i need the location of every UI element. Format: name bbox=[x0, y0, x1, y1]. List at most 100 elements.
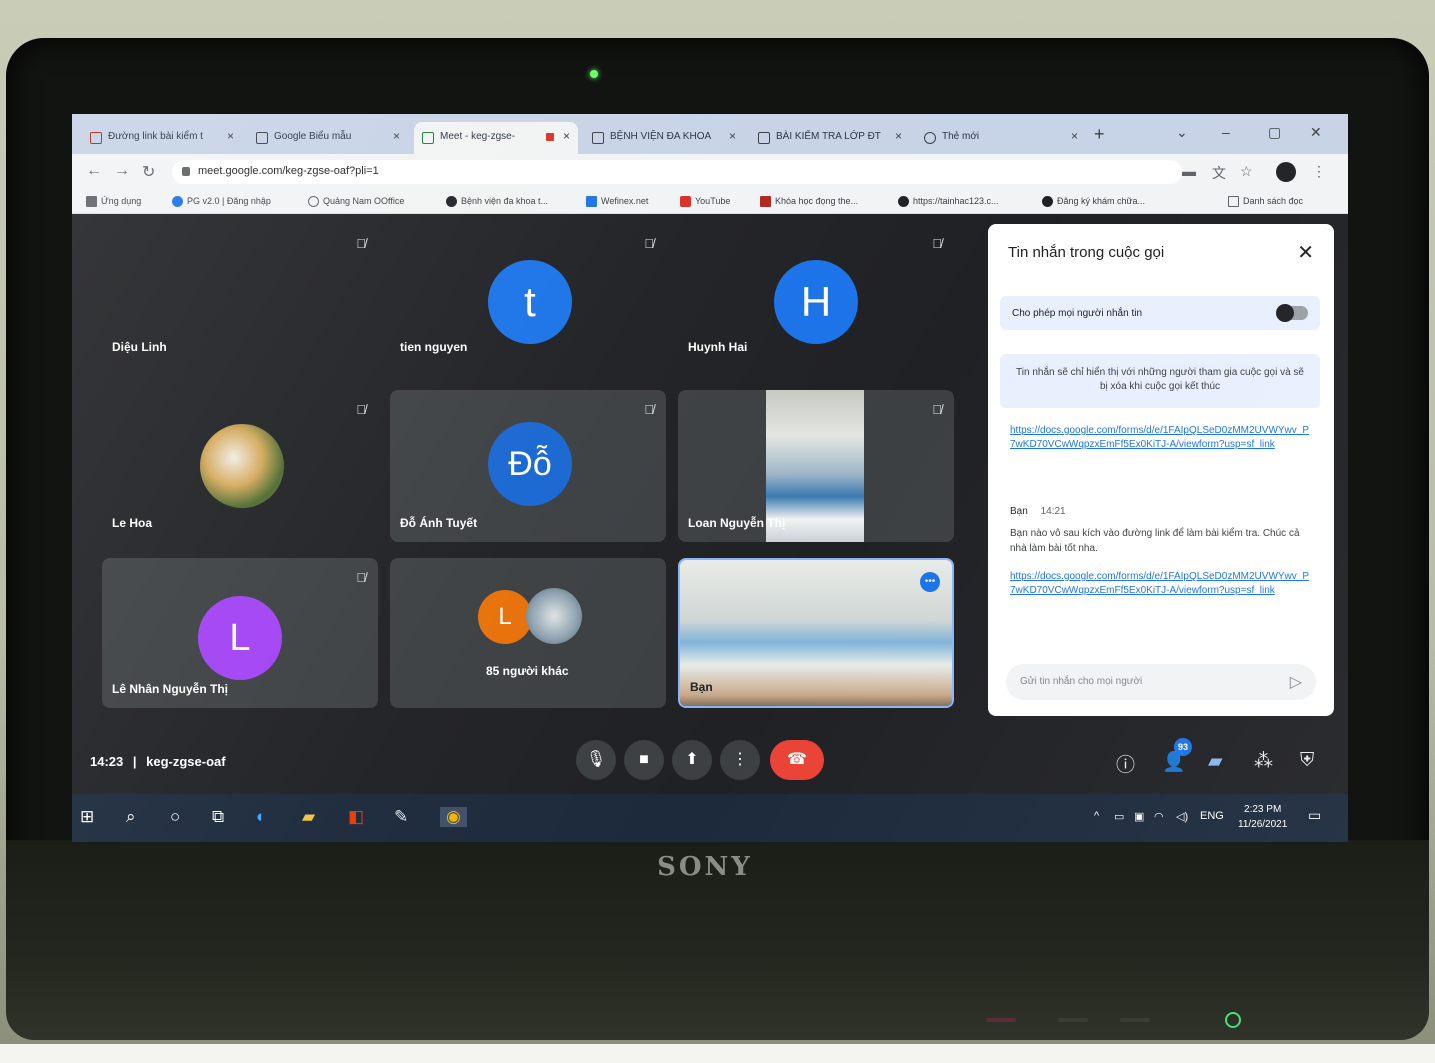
mic-off-icon: 🎙̸ bbox=[932, 236, 942, 251]
maximize-icon[interactable]: ▢ bbox=[1268, 124, 1281, 141]
send-icon[interactable]: ▷ bbox=[1290, 672, 1302, 692]
chat-input[interactable]: Gửi tin nhắn cho mọi người ▷ bbox=[1006, 664, 1316, 700]
search-icon[interactable]: ⌕ bbox=[126, 807, 136, 827]
leave-call-button[interactable]: ☎ bbox=[770, 740, 824, 780]
browser-tab[interactable]: BÀI KIỂM TRA LỚP ĐT × bbox=[750, 122, 910, 154]
browser-tab[interactable]: Thẻ mới × bbox=[916, 122, 1086, 154]
edge-browser-icon[interactable]: ◐ bbox=[256, 807, 266, 827]
volume-icon[interactable]: ◁) bbox=[1176, 810, 1188, 823]
chat-link[interactable]: https://docs.google.com/forms/d/e/1FAIpQ… bbox=[1010, 570, 1310, 598]
system-clock[interactable]: 2:23 PM 11/26/2021 bbox=[1238, 802, 1287, 832]
browser-tab[interactable]: Đường link bài kiểm t × bbox=[82, 122, 242, 154]
close-tab-icon[interactable]: × bbox=[393, 129, 400, 143]
bookmark-reading-list[interactable]: Danh sách đọc bbox=[1228, 196, 1303, 207]
lock-icon bbox=[182, 167, 190, 176]
participant-tile[interactable]: 🎙̸ Diệu Linh bbox=[102, 224, 378, 374]
present-button[interactable]: ⬆ bbox=[672, 740, 712, 780]
file-explorer-icon[interactable]: ▰ bbox=[302, 807, 315, 827]
meeting-details-icon[interactable]: ⓘ bbox=[1116, 750, 1135, 777]
meet-favicon-icon bbox=[422, 132, 434, 144]
ooffice-logo-icon bbox=[308, 196, 319, 207]
bookmark-item[interactable]: YouTube bbox=[680, 196, 730, 207]
star-bookmark-icon[interactable]: ☆ bbox=[1240, 163, 1253, 180]
url-text: meet.google.com/keg-zgse-oaf?pli=1 bbox=[198, 165, 379, 177]
camera-in-use-icon[interactable]: ▬ bbox=[1182, 163, 1196, 179]
task-view-icon[interactable]: ⧉ bbox=[212, 807, 224, 827]
status-led bbox=[986, 1018, 1016, 1022]
bookmark-item[interactable]: Bệnh viện đa khoa t... bbox=[446, 196, 548, 207]
participant-photo-avatar bbox=[526, 588, 582, 644]
chat-icon[interactable]: ▰ bbox=[1208, 750, 1223, 773]
translate-icon[interactable]: 文 bbox=[1212, 163, 1226, 183]
activities-icon[interactable]: ⁂ bbox=[1254, 750, 1273, 773]
bookmark-item[interactable]: Đăng ký khám chữa... bbox=[1042, 196, 1145, 207]
pen-app-icon[interactable]: ✎ bbox=[394, 807, 408, 827]
bookmark-item[interactable]: Quảng Nam OOffice bbox=[308, 196, 404, 207]
chrome-icon[interactable]: ◉ bbox=[440, 807, 467, 827]
video-camera-icon: ■ bbox=[639, 751, 649, 768]
close-tab-icon[interactable]: × bbox=[895, 129, 902, 143]
browser-tab[interactable]: Google Biểu mẫu × bbox=[248, 122, 408, 154]
reload-icon[interactable]: ↻ bbox=[142, 162, 155, 182]
bookmark-item[interactable]: Wefinex.net bbox=[586, 196, 648, 207]
close-tab-icon[interactable]: × bbox=[729, 129, 736, 143]
mic-off-icon: 🎙̸ bbox=[644, 236, 654, 251]
microphone-button[interactable]: 🎙 bbox=[576, 740, 616, 780]
power-indicator-icon bbox=[1225, 1012, 1241, 1028]
laptop-brand-logo: SONY bbox=[657, 852, 753, 882]
bookmark-apps[interactable]: Ứng dụng bbox=[86, 196, 141, 207]
language-indicator[interactable]: ENG bbox=[1200, 810, 1224, 822]
chat-link[interactable]: https://docs.google.com/forms/d/e/1FAIpQ… bbox=[1010, 424, 1310, 452]
close-icon[interactable]: ✕ bbox=[1297, 240, 1314, 265]
course-logo-icon bbox=[760, 196, 771, 207]
app-tray-icon[interactable]: ▣ bbox=[1134, 810, 1144, 823]
mic-off-icon: 🎙̸ bbox=[356, 402, 366, 417]
close-tab-icon[interactable]: × bbox=[1071, 129, 1078, 143]
address-bar[interactable]: meet.google.com/keg-zgse-oaf?pli=1 bbox=[172, 160, 1182, 184]
camera-button[interactable]: ■ bbox=[624, 740, 664, 780]
tab-search-chevron-icon[interactable]: ⌄ bbox=[1176, 124, 1188, 141]
self-view-tile[interactable]: ••• Bạn bbox=[678, 558, 954, 708]
apps-grid-icon bbox=[86, 196, 97, 207]
cortana-icon[interactable]: ○ bbox=[170, 807, 180, 827]
back-arrow-icon[interactable]: ← bbox=[86, 162, 102, 180]
notifications-icon[interactable]: ▭ bbox=[1308, 807, 1321, 824]
participant-tile[interactable]: 🎙̸ Le Hoa bbox=[102, 390, 378, 542]
others-tile[interactable]: L 85 người khác bbox=[390, 558, 666, 708]
participant-tile[interactable]: 🎙̸ t tien nguyen bbox=[390, 224, 666, 374]
close-tab-icon[interactable]: × bbox=[227, 129, 234, 143]
participant-photo-avatar bbox=[200, 424, 284, 508]
participant-tile[interactable]: 🎙̸ H Huynh Hai bbox=[678, 224, 954, 374]
more-options-icon[interactable]: ••• bbox=[920, 572, 940, 592]
participant-tile[interactable]: 🎙̸ L Lê Nhân Nguyễn Thị bbox=[102, 558, 378, 708]
host-controls-shield-icon[interactable]: ⛨ bbox=[1300, 750, 1314, 772]
status-led bbox=[1120, 1018, 1150, 1022]
show-hidden-icons-chevron-icon[interactable]: ^ bbox=[1094, 810, 1099, 822]
new-tab-plus-icon[interactable]: + bbox=[1094, 124, 1105, 145]
bookmark-item[interactable]: PG v2.0 | Đăng nhập bbox=[172, 196, 271, 207]
bookmark-item[interactable]: Khóa học đọng the... bbox=[760, 196, 858, 207]
office-icon[interactable]: ◧ bbox=[348, 807, 364, 827]
participant-avatar: t bbox=[488, 260, 572, 344]
network-icon[interactable]: ▭ bbox=[1114, 810, 1124, 823]
close-window-icon[interactable]: ✕ bbox=[1310, 124, 1322, 141]
profile-avatar[interactable] bbox=[1276, 162, 1296, 182]
kebab-menu-icon[interactable]: ⋮ bbox=[1312, 163, 1326, 180]
participant-tile[interactable]: 🎙̸ Đỗ Đỗ Ánh Tuyết bbox=[390, 390, 666, 542]
bookmark-item[interactable]: https://tainhac123.c... bbox=[898, 196, 999, 207]
windows-start-icon[interactable]: ⊞ bbox=[80, 807, 94, 827]
participant-tile[interactable]: 🎙̸ Loan Nguyễn Thị bbox=[678, 390, 954, 542]
minimize-icon[interactable]: – bbox=[1222, 124, 1230, 140]
close-tab-icon[interactable]: × bbox=[563, 129, 570, 143]
hang-up-icon: ☎ bbox=[787, 751, 807, 768]
message-author: Bạn bbox=[1010, 506, 1028, 517]
forward-arrow-icon[interactable]: → bbox=[114, 162, 130, 180]
wifi-icon[interactable]: ◠ bbox=[1154, 810, 1164, 823]
more-options-button[interactable]: ⋮ bbox=[720, 740, 760, 780]
browser-tab[interactable]: BỆNH VIỆN ĐA KHOA × bbox=[584, 122, 744, 154]
globe-icon bbox=[898, 196, 909, 207]
allow-messages-toggle-row[interactable]: Cho phép mọi người nhắn tin bbox=[1000, 296, 1320, 330]
browser-tab-active[interactable]: Meet - keg-zgse- × bbox=[414, 122, 578, 154]
toggle-switch[interactable] bbox=[1276, 304, 1308, 322]
present-screen-icon: ⬆ bbox=[685, 751, 699, 768]
